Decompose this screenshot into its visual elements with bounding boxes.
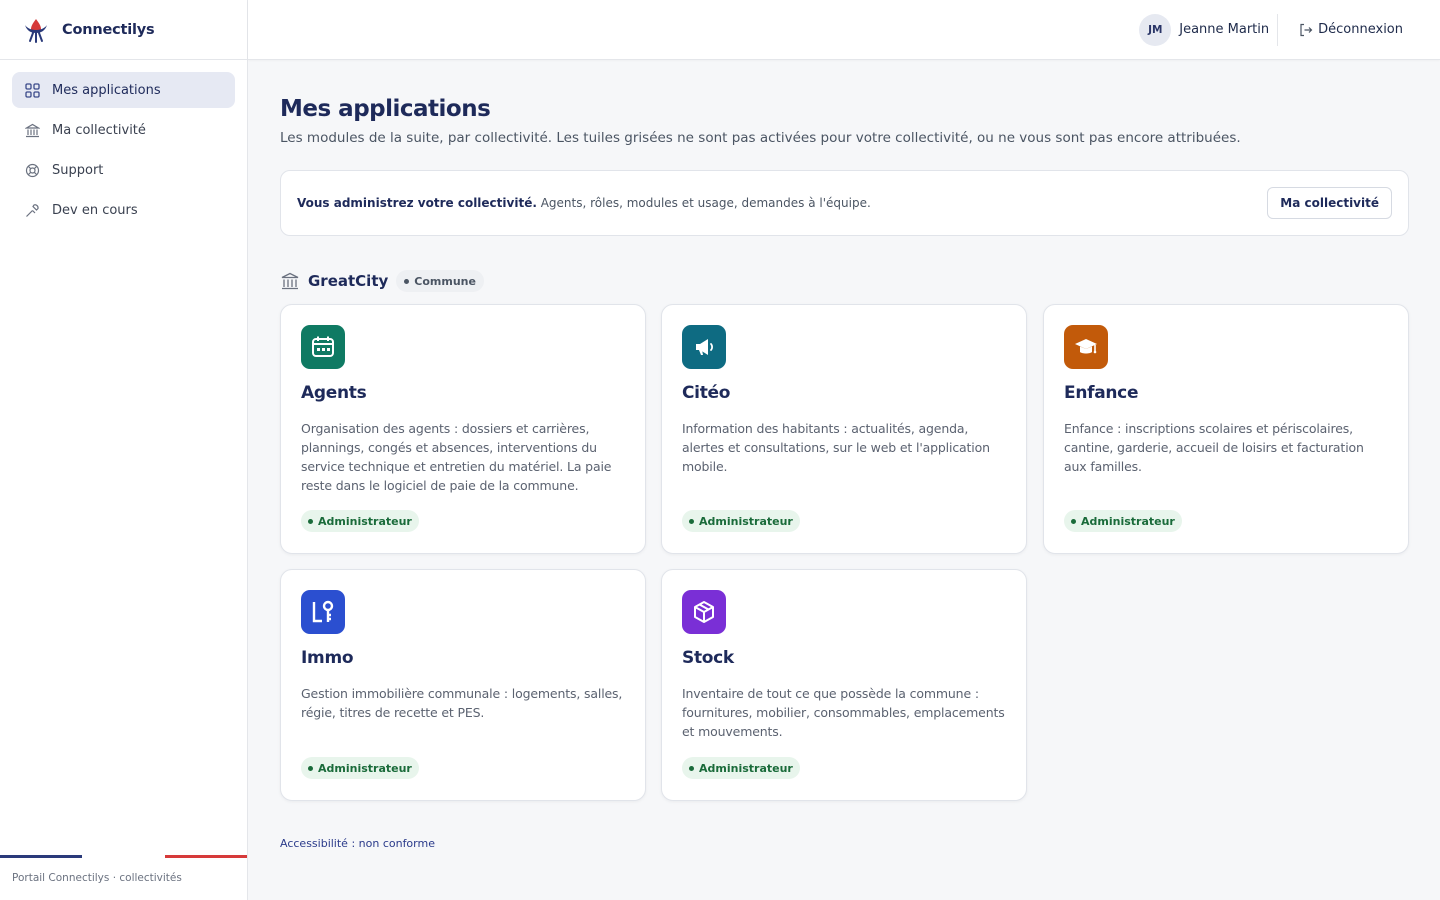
app-grid: Agents Organisation des agents : dossier…	[280, 304, 1409, 804]
logout-icon	[1298, 22, 1314, 38]
sidebar-item-mes-applications[interactable]: Mes applications	[12, 72, 235, 108]
calendar-icon	[301, 325, 345, 369]
app-description: Organisation des agents : dossiers et ca…	[301, 421, 612, 493]
megaphone-icon	[682, 325, 726, 369]
app-description: Inventaire de tout ce que possède la com…	[682, 686, 1005, 739]
logout-label: Déconnexion	[1318, 22, 1403, 37]
sidebar-item-ma-collectivite[interactable]: Ma collectivité	[12, 112, 235, 148]
accessibility-link[interactable]: Accessibilité : non conforme	[280, 837, 435, 850]
sidebar-nav: Mes applications Ma collectivité Support…	[0, 60, 247, 244]
user-menu[interactable]: JM Jeanne Martin	[1139, 13, 1279, 46]
tools-icon	[24, 202, 40, 218]
sidebar-item-label: Mes applications	[52, 82, 161, 98]
topbar: JM Jeanne Martin Déconnexion	[248, 0, 1440, 60]
app-description: Gestion immobilière communale : logement…	[301, 686, 623, 720]
tricolor-bar	[0, 855, 247, 858]
role-badge: Administrateur	[682, 510, 800, 532]
role-label: Administrateur	[318, 514, 412, 528]
role-label: Administrateur	[699, 514, 793, 528]
role-label: Administrateur	[699, 761, 793, 775]
app-title: Agents	[301, 383, 367, 403]
brand-name: Connectilys	[62, 21, 155, 38]
brand[interactable]: Connectilys	[0, 0, 247, 60]
page-title: Mes applications	[280, 96, 491, 122]
role-badge: Administrateur	[301, 510, 419, 532]
app-card-agents[interactable]: Agents Organisation des agents : dossier…	[280, 304, 646, 554]
role-badge: Administrateur	[682, 757, 800, 779]
collectivity-type-badge: Commune	[396, 270, 484, 292]
app-title: Citéo	[682, 383, 731, 403]
app-description: Information des habitants : actualités, …	[682, 421, 990, 474]
app-card-citeo[interactable]: Citéo Information des habitants : actual…	[661, 304, 1027, 554]
sidebar-footer: Portail Connectilys · collectivités	[0, 855, 247, 900]
sidebar-item-label: Support	[52, 162, 104, 178]
role-label: Administrateur	[318, 761, 412, 775]
admin-banner-strong: Vous administrez votre collectivité.	[297, 196, 537, 210]
sidebar: Connectilys Mes applications Ma collecti…	[0, 0, 248, 900]
grid-icon	[24, 82, 40, 98]
lifebuoy-icon	[24, 162, 40, 178]
key-building-icon	[301, 590, 345, 634]
app-title: Stock	[682, 648, 734, 668]
sidebar-footer-text: Portail Connectilys · collectivités	[12, 872, 182, 884]
collectivity-type-label: Commune	[414, 274, 476, 288]
role-badge: Administrateur	[1064, 510, 1182, 532]
admin-banner-detail: Agents, rôles, modules et usage, demande…	[536, 196, 871, 210]
building-icon	[280, 271, 300, 291]
user-name: Jeanne Martin	[1179, 22, 1270, 37]
app-card-enfance[interactable]: Enfance Enfance : inscriptions scolaires…	[1043, 304, 1409, 554]
app-description: Enfance : inscriptions scolaires et péri…	[1064, 421, 1364, 474]
main-content: Mes applications Les modules de la suite…	[280, 60, 1409, 804]
graduation-cap-icon	[1064, 325, 1108, 369]
role-label: Administrateur	[1081, 514, 1175, 528]
avatar: JM	[1139, 13, 1172, 46]
app-title: Immo	[301, 648, 354, 668]
sidebar-item-support[interactable]: Support	[12, 152, 235, 188]
sidebar-item-dev-en-cours[interactable]: Dev en cours	[12, 192, 235, 228]
role-badge: Administrateur	[301, 757, 419, 779]
page-subtitle: Les modules de la suite, par collectivit…	[280, 130, 1241, 146]
app-card-immo[interactable]: Immo Gestion immobilière communale : log…	[280, 569, 646, 801]
admin-banner-text: Vous administrez votre collectivité. Age…	[297, 196, 871, 210]
app-title: Enfance	[1064, 383, 1139, 403]
sidebar-item-label: Ma collectivité	[52, 122, 146, 138]
app-card-stock[interactable]: Stock Inventaire de tout ce que possède …	[661, 569, 1027, 801]
collectivity-name: GreatCity	[308, 272, 389, 290]
admin-banner: Vous administrez votre collectivité. Age…	[280, 170, 1409, 236]
box-icon	[682, 590, 726, 634]
sidebar-item-label: Dev en cours	[52, 202, 138, 218]
collectivity-header: GreatCity Commune	[280, 269, 1409, 293]
logout-button[interactable]: Déconnexion	[1298, 22, 1403, 38]
connectilys-logo-icon	[20, 14, 52, 46]
ma-collectivite-button[interactable]: Ma collectivité	[1267, 187, 1392, 219]
building-icon	[24, 122, 40, 138]
